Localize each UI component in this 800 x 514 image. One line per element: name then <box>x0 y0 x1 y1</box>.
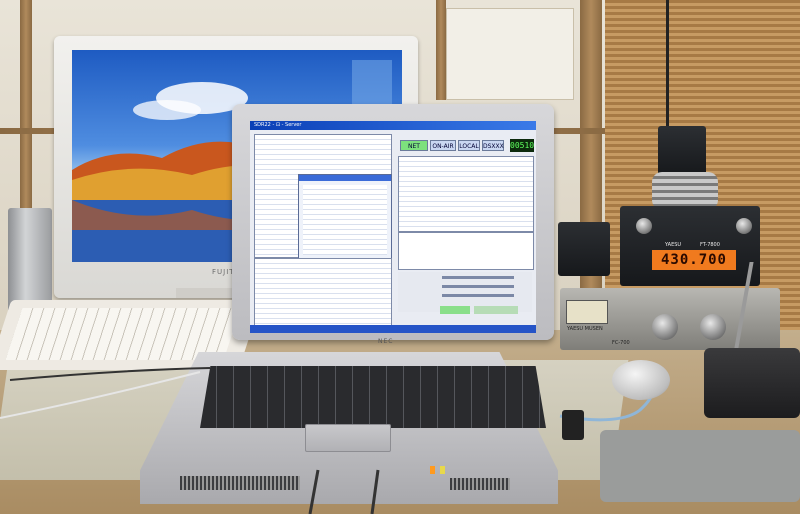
popup-dialog <box>298 174 392 266</box>
shoji-panel <box>446 8 574 100</box>
external-speaker <box>558 222 610 276</box>
volume-knob[interactable] <box>636 218 652 234</box>
mouse <box>612 360 670 400</box>
dial-knob[interactable] <box>736 218 752 234</box>
on-air-button[interactable]: ON-AIR <box>430 140 456 151</box>
usb-adapter <box>562 410 584 440</box>
local-button[interactable]: LOCAL <box>458 140 480 151</box>
dsxxx-button[interactable]: DSXXX <box>482 140 504 151</box>
log-list-pane <box>254 258 392 326</box>
tuner-model-label: FC-700 <box>612 340 630 346</box>
radio-charger-coil <box>652 172 718 210</box>
tuner-knob[interactable] <box>652 314 678 340</box>
transceiver-brand-label: YAESU <box>665 242 682 248</box>
windows-taskbar <box>250 325 536 333</box>
antenna <box>666 0 669 128</box>
mousepad <box>600 430 800 502</box>
tuner-brand-label: YAESU MUSEN <box>567 326 603 332</box>
tuner-knob[interactable] <box>700 314 726 340</box>
rx-button[interactable] <box>474 306 518 314</box>
handheld-radio <box>658 126 706 176</box>
net-button[interactable]: NET <box>400 140 428 151</box>
app-frequency-display: 00510 <box>510 139 535 152</box>
wooden-pillar <box>580 0 602 330</box>
transceiver-frequency-display: 430.700 <box>652 250 736 270</box>
transceiver-model-label: FT-7800 <box>700 242 720 248</box>
wooden-pillar <box>436 0 446 100</box>
app-title-bar: SDR22 - ⊡ - Server <box>250 121 536 130</box>
swr-meter <box>566 300 608 324</box>
chat-input-pane[interactable] <box>398 232 534 270</box>
message-text-pane <box>398 156 534 232</box>
desk-microphone-base <box>704 348 800 418</box>
tx-button[interactable] <box>440 306 470 314</box>
